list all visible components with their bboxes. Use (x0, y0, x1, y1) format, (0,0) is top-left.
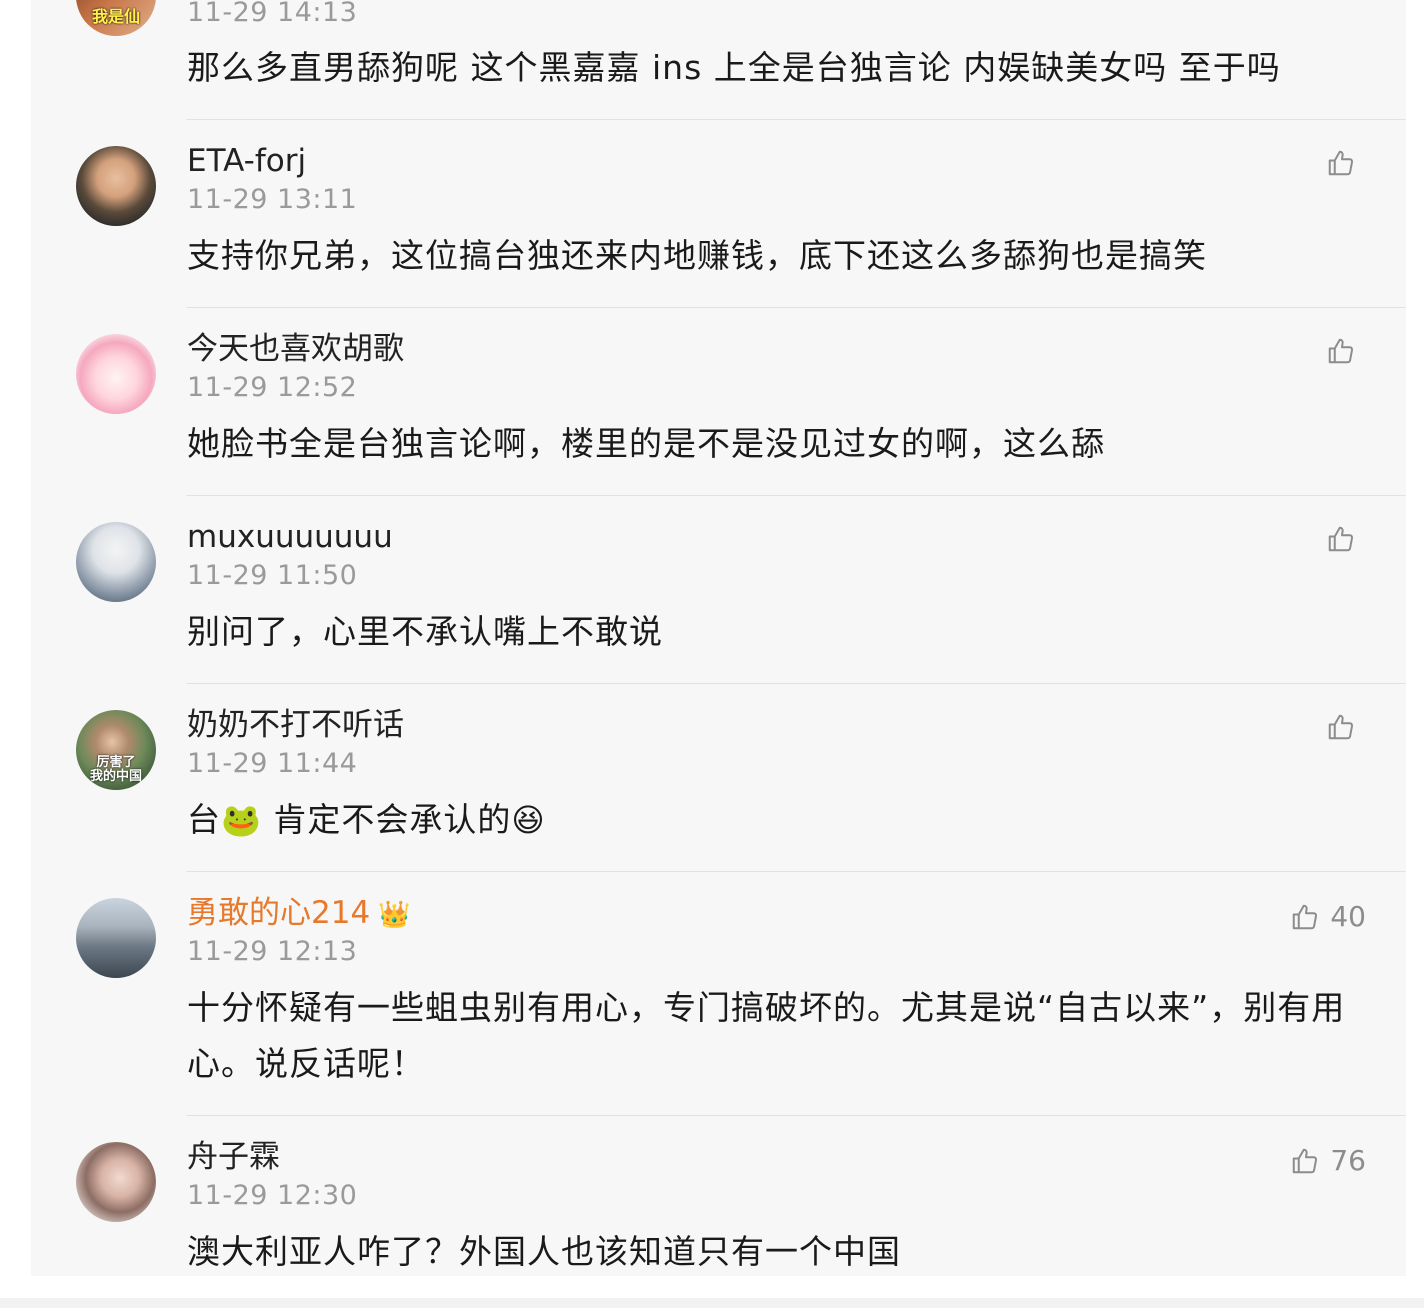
comment-username[interactable]: 勇敢的心214 👑 (187, 893, 411, 935)
comment-divider (186, 1115, 1406, 1116)
comment-text: 台🐸 肯定不会承认的😆 (187, 792, 1367, 848)
comment-time: 11-29 13:11 (187, 184, 358, 215)
comment-text: 那么多直男舔狗呢 这个黑嘉嘉 ins 上全是台独言论 内娱缺美女吗 至于吗 (187, 48, 1281, 87)
comment-time: 11-29 12:13 (187, 936, 358, 967)
comment-text: 十分怀疑有一些蛆虫别有用心，专门搞破坏的。尤其是说“自古以来”，别有用心。说反话… (187, 988, 1346, 1083)
comment-text: 她脸书全是台独言论啊，楼里的是不是没见过女的啊，这么舔 (187, 424, 1105, 463)
comment-username[interactable]: muxuuuuuuu (187, 517, 393, 557)
avatar-caption: 厉害了 我的中国 (89, 755, 142, 784)
comment-username[interactable]: 奶奶不打不听话 (187, 705, 404, 745)
user-avatar[interactable] (76, 898, 156, 978)
like-button[interactable] (1326, 712, 1366, 742)
username-label: 勇敢的心214 (187, 895, 371, 931)
like-button[interactable]: 76 (1290, 1144, 1366, 1178)
comment-text: 支持你兄弟，这位搞台独还来内地赚钱，底下还这么多舔狗也是搞笑 (187, 236, 1207, 275)
like-button[interactable] (1326, 524, 1366, 554)
like-button[interactable] (1326, 148, 1366, 178)
comment-text-part: 肯定不会承认的 (261, 800, 512, 839)
avatar-caption: 我是仙 (91, 7, 140, 26)
user-avatar[interactable] (76, 334, 156, 414)
comment-username[interactable]: 舟子霖 (187, 1137, 280, 1177)
thumbs-up-icon (1328, 150, 1354, 176)
comment-divider (186, 119, 1406, 120)
user-avatar[interactable] (76, 1142, 156, 1222)
thumbs-up-icon (1328, 526, 1354, 552)
comment-divider (186, 683, 1406, 684)
comment-time: 11-29 14:13 (187, 0, 358, 28)
comment-time: 11-29 12:30 (187, 1180, 358, 1211)
comment-divider (186, 495, 1406, 496)
user-avatar[interactable] (76, 522, 156, 602)
comment-time: 11-29 12:52 (187, 372, 358, 403)
thumbs-up-icon (1293, 904, 1318, 930)
bottom-strip (0, 1298, 1424, 1308)
comment-feed: 我是仙 11-29 14:13 那么多直男舔狗呢 这个黑嘉嘉 ins 上全是台独… (31, 0, 1406, 1276)
comment-time: 11-29 11:44 (187, 748, 358, 779)
comment-text: 澳大利亚人咋了？外国人也该知道只有一个中国 (187, 1232, 901, 1271)
thumbs-up-icon (1328, 714, 1354, 740)
like-count: 76 (1330, 1144, 1366, 1177)
user-avatar[interactable]: 我是仙 (76, 0, 156, 36)
user-avatar[interactable]: 厉害了 我的中国 (76, 710, 156, 790)
thumbs-up-icon (1293, 1148, 1318, 1174)
comment-username[interactable]: ETA-forj (187, 141, 306, 181)
comment-text: 别问了，心里不承认嘴上不敢说 (187, 612, 663, 651)
user-avatar[interactable] (76, 146, 156, 226)
comment-text-part: 台 (187, 800, 221, 839)
crown-icon: 👑 (378, 900, 411, 930)
comment-divider (186, 307, 1406, 308)
thumbs-up-icon (1328, 338, 1354, 364)
frog-emoji-icon: 🐸 (221, 801, 262, 839)
comment-username[interactable]: 今天也喜欢胡歌 (187, 329, 404, 369)
laughing-emoji-icon: 😆 (511, 801, 546, 839)
comment-time: 11-29 11:50 (187, 560, 358, 591)
comment-divider (186, 871, 1406, 872)
like-count: 40 (1330, 900, 1366, 933)
like-button[interactable] (1326, 336, 1366, 366)
like-button[interactable]: 40 (1290, 900, 1366, 934)
